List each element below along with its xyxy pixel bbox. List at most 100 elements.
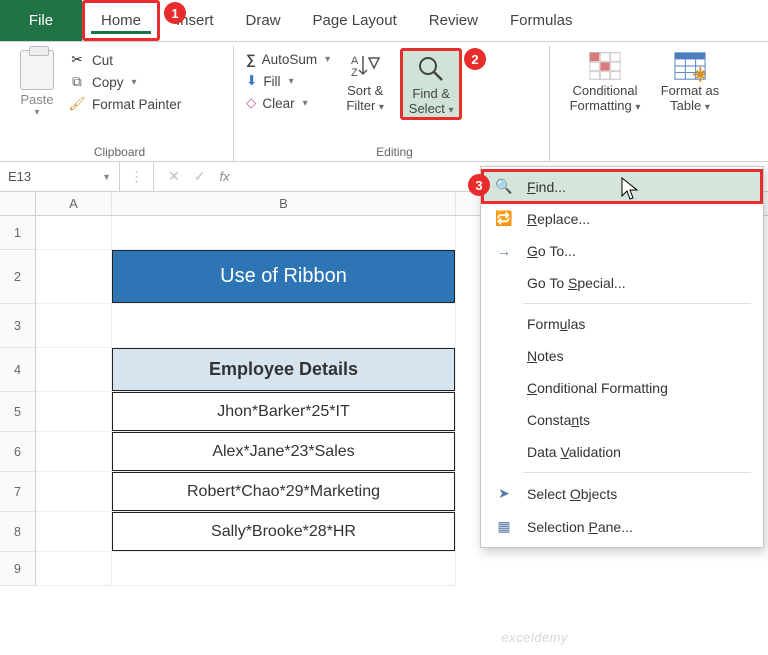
row-header-3[interactable]: 3 xyxy=(0,304,36,348)
tab-home[interactable]: Home xyxy=(82,0,160,41)
fill-button[interactable]: ⬇Fill▾ xyxy=(246,73,330,89)
cancel-icon[interactable]: ✕ xyxy=(168,168,180,185)
name-box-value: E13 xyxy=(8,169,31,184)
row-headers: 1 2 3 4 5 6 7 8 9 xyxy=(0,216,36,586)
tab-draw[interactable]: Draw xyxy=(230,0,297,41)
name-box[interactable]: E13 ▼ xyxy=(0,162,120,191)
sort-filter-button[interactable]: AZ Sort & Filter ▾ xyxy=(334,48,396,114)
find-select-button[interactable]: Find & Select ▾ xyxy=(400,48,462,120)
menu-replace[interactable]: 🔁Replace... xyxy=(481,202,763,235)
table-icon xyxy=(674,50,706,82)
autosum-label: AutoSum xyxy=(262,52,318,67)
tab-bar: File Home Insert Draw Page Layout Review… xyxy=(0,0,768,42)
title-cell[interactable]: Use of Ribbon xyxy=(112,250,455,303)
chevron-down-icon[interactable]: ▾ xyxy=(132,77,137,88)
conditional-formatting-button[interactable]: Conditional Formatting ▾ xyxy=(562,48,648,114)
chevron-down-icon[interactable]: ▾ xyxy=(635,102,640,113)
row-header-6[interactable]: 6 xyxy=(0,432,36,472)
tab-review-label: Review xyxy=(429,12,478,29)
group-clipboard: Paste ▾ ✂Cut ⧉Copy▾ 🖌Format Painter Clip… xyxy=(6,46,234,161)
row-header-1[interactable]: 1 xyxy=(0,216,36,250)
row-header-8[interactable]: 8 xyxy=(0,512,36,552)
group-styles: Conditional Formatting ▾ Format as Table… xyxy=(556,46,734,161)
format-as-table-button[interactable]: Format as Table ▾ xyxy=(652,48,728,114)
tab-review[interactable]: Review xyxy=(413,0,494,41)
sheet-body[interactable]: Use of Ribbon Employee Details Jhon*Bark… xyxy=(36,216,456,586)
group-editing: ∑AutoSum▾ ⬇Fill▾ ◇Clear▾ AZ Sort & Filte… xyxy=(240,46,550,161)
chevron-down-icon[interactable]: ▼ xyxy=(102,172,111,182)
menu-constants[interactable]: •Constants xyxy=(481,404,763,436)
name-box-split[interactable]: ⋮ xyxy=(120,162,154,191)
scissors-icon: ✂ xyxy=(68,52,86,68)
menu-find-rest: ind... xyxy=(536,179,566,195)
menu-separator xyxy=(523,472,751,473)
chevron-down-icon[interactable]: ▾ xyxy=(449,105,454,116)
clear-label: Clear xyxy=(262,96,294,111)
row-header-9[interactable]: 9 xyxy=(0,552,36,586)
chevron-down-icon[interactable]: ▾ xyxy=(303,98,308,109)
find-select-menu: 🔍Find... 🔁Replace... →Go To... •Go To Sp… xyxy=(480,166,764,548)
menu-goto-special[interactable]: •Go To Special... xyxy=(481,267,763,299)
paste-button[interactable]: Paste ▾ xyxy=(12,48,62,118)
menu-goto[interactable]: →Go To... xyxy=(481,235,763,267)
magnifier-icon xyxy=(415,53,447,85)
eraser-icon: ◇ xyxy=(246,95,256,111)
format-painter-label: Format Painter xyxy=(92,97,181,112)
clear-button[interactable]: ◇ Clear ▾ xyxy=(246,95,330,111)
row-header-4[interactable]: 4 xyxy=(0,348,36,392)
col-header-b[interactable]: B xyxy=(112,192,456,215)
group-editing-label: Editing xyxy=(246,143,543,159)
row-header-7[interactable]: 7 xyxy=(0,472,36,512)
menu-data-validation[interactable]: •Data Validation xyxy=(481,436,763,468)
select-all[interactable] xyxy=(0,192,36,215)
table-header-cell[interactable]: Employee Details xyxy=(112,348,455,391)
chevron-down-icon[interactable]: ▾ xyxy=(705,102,710,113)
magnifier-icon: 🔍 xyxy=(495,178,513,195)
tab-page-layout[interactable]: Page Layout xyxy=(297,0,413,41)
enter-icon[interactable]: ✓ xyxy=(194,168,206,185)
chevron-down-icon[interactable]: ▾ xyxy=(289,76,294,87)
table-row[interactable]: Robert*Chao*29*Marketing xyxy=(112,472,455,511)
row-header-5[interactable]: 5 xyxy=(0,392,36,432)
cond-format-label-1: Conditional xyxy=(572,84,637,99)
watermark: exceldemy xyxy=(501,630,568,645)
menu-notes[interactable]: •Notes xyxy=(481,340,763,372)
table-row[interactable]: Alex*Jane*23*Sales xyxy=(112,432,455,471)
callout-badge-2: 2 xyxy=(464,48,486,70)
title-text: Use of Ribbon xyxy=(220,265,347,288)
sigma-icon: ∑ xyxy=(246,52,256,67)
copy-button[interactable]: ⧉Copy▾ xyxy=(68,74,181,90)
cut-button[interactable]: ✂Cut xyxy=(68,52,181,68)
autosum-button[interactable]: ∑ AutoSum ▾ xyxy=(246,52,330,67)
menu-select-objects[interactable]: ➤Select Objects xyxy=(481,477,763,510)
format-painter-button[interactable]: 🖌Format Painter xyxy=(68,96,181,112)
arrow-right-icon: → xyxy=(495,243,513,259)
table-row[interactable]: Jhon*Barker*25*IT xyxy=(112,392,455,431)
fill-label: Fill xyxy=(263,74,280,89)
col-header-a[interactable]: A xyxy=(36,192,112,215)
mouse-cursor-icon xyxy=(620,176,640,205)
chevron-down-icon[interactable]: ▾ xyxy=(325,54,330,65)
svg-text:A: A xyxy=(351,55,359,67)
selection-pane-icon: ▦ xyxy=(495,518,513,535)
tab-file-label: File xyxy=(29,12,53,29)
fx-icon[interactable]: fx xyxy=(219,169,229,184)
row-header-2[interactable]: 2 xyxy=(0,250,36,304)
sort-filter-label-2: Filter xyxy=(346,98,375,113)
menu-cond-formatting[interactable]: •Conditional Formatting xyxy=(481,372,763,404)
tab-formulas[interactable]: Formulas xyxy=(494,0,589,41)
tab-formulas-label: Formulas xyxy=(510,12,573,29)
table-header-text: Employee Details xyxy=(209,359,358,380)
menu-separator xyxy=(523,303,751,304)
col-a-label: A xyxy=(69,196,78,211)
chevron-down-icon[interactable]: ▾ xyxy=(34,107,39,118)
tab-file[interactable]: File xyxy=(0,0,82,41)
table-label-1: Format as xyxy=(661,84,720,99)
table-row[interactable]: Sally*Brooke*28*HR xyxy=(112,512,455,551)
menu-formulas[interactable]: •Formulas xyxy=(481,308,763,340)
menu-selection-pane[interactable]: ▦Selection Pane... xyxy=(481,510,763,543)
copy-label: Copy xyxy=(92,75,124,90)
tab-page-layout-label: Page Layout xyxy=(313,12,397,29)
chevron-down-icon[interactable]: ▾ xyxy=(379,102,384,113)
tab-home-label: Home xyxy=(101,12,141,29)
